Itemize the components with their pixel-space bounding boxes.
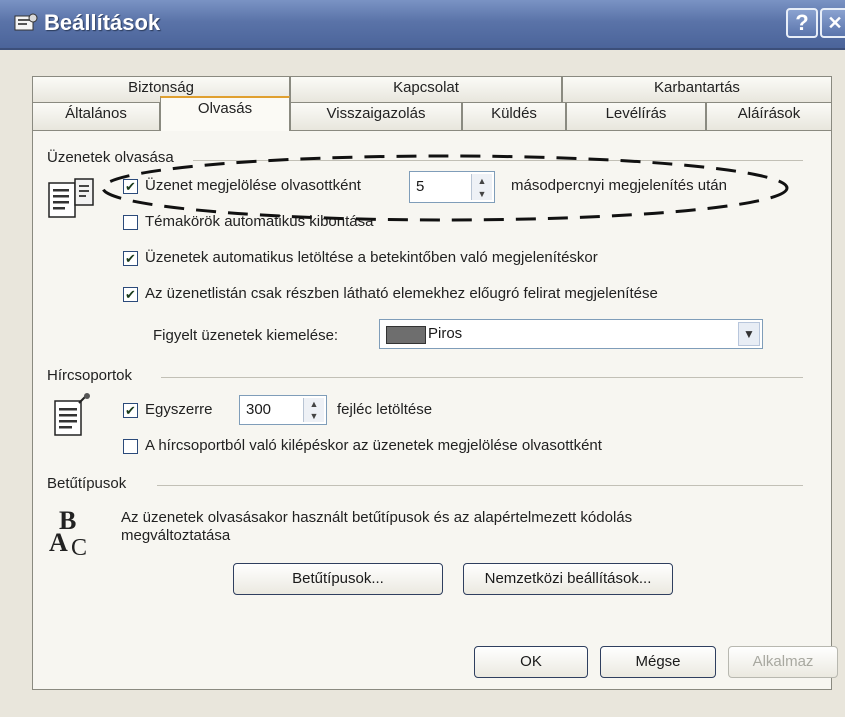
spinner-arrows[interactable]: ▲ ▼ [471, 174, 492, 200]
spinner-value: 300 [246, 401, 272, 418]
mark-read-suffix: másodpercnyi megjelenítés után [511, 177, 727, 194]
spinner-up-icon[interactable]: ▲ [310, 399, 319, 409]
window-title: Beállítások [44, 10, 161, 35]
tab-kuldes[interactable]: Küldés [462, 102, 566, 130]
fonts-button-label: Betűtípusok... [292, 570, 384, 587]
settings-dialog: Biztonság Kapcsolat Karbantartás Általán… [0, 50, 845, 717]
title-bar: Beállítások ? ✕ [0, 0, 845, 50]
select-value: Piros [428, 325, 463, 342]
apply-button[interactable]: Alkalmaz [728, 646, 838, 678]
svg-text:C: C [71, 535, 87, 559]
section-title-fonts: Betűtípusok [47, 475, 133, 492]
newsgroup-document-icon [54, 393, 90, 436]
section-title-newsgroups: Hírcsoportok [47, 367, 139, 384]
get-headers-label: Egyszerre [145, 401, 213, 418]
svg-text:A: A [49, 528, 68, 557]
cancel-button[interactable]: Mégse [600, 646, 716, 678]
cancel-button-label: Mégse [635, 653, 681, 670]
ok-button[interactable]: OK [474, 646, 588, 678]
mark-read-checkbox[interactable]: ✔ [123, 179, 138, 194]
tab-label: Aláírások [737, 105, 801, 122]
spinner-down-icon[interactable]: ▼ [310, 411, 319, 421]
mark-on-exit-label: A hírcsoportból való kilépéskor az üzene… [145, 437, 602, 454]
get-headers-checkbox[interactable]: ✔ [123, 403, 138, 418]
help-button[interactable]: ? [786, 8, 818, 38]
reading-tab-panel: Üzenetek olvasása ✔ Üzenet megjelölése o… [32, 130, 832, 690]
tab-alairasok[interactable]: Aláírások [706, 102, 832, 130]
tab-levelirasok[interactable]: Levélírás [566, 102, 706, 130]
tab-label: Küldés [491, 105, 537, 122]
tab-olvasas[interactable]: Olvasás [160, 96, 290, 131]
chevron-down-icon[interactable]: ▼ [738, 322, 760, 346]
tab-label: Levélírás [605, 105, 667, 122]
section-title-reading: Üzenetek olvasása [47, 149, 180, 166]
tab-label: Kapcsolat [393, 79, 459, 96]
tab-kapcsolat[interactable]: Kapcsolat [290, 76, 562, 102]
color-swatch [386, 326, 426, 344]
highlight-color-select[interactable]: Piros ▼ [379, 319, 763, 349]
tab-karbantartas[interactable]: Karbantartás [562, 76, 832, 102]
section-divider [161, 377, 803, 378]
section-divider [193, 160, 803, 161]
tab-label: Karbantartás [654, 79, 740, 96]
tab-label: Olvasás [197, 100, 253, 117]
get-headers-suffix: fejléc letöltése [337, 401, 433, 418]
font-letters-icon: B A C [49, 506, 87, 559]
settings-window-icon [14, 13, 38, 31]
fonts-description-line1: Az üzenetek olvasásakor használt betűtíp… [121, 509, 633, 526]
mark-read-seconds-spinner[interactable]: 5 ▲ ▼ [409, 171, 495, 203]
fonts-description-line2: megváltoztatása [121, 527, 231, 544]
close-button[interactable]: ✕ [820, 8, 845, 38]
document-reading-icon [48, 178, 94, 218]
tab-label: Biztonság [128, 79, 194, 96]
get-headers-label-text: Egyszerre [145, 401, 213, 418]
spinner-up-icon[interactable]: ▲ [478, 176, 487, 186]
section-divider [157, 485, 803, 486]
auto-expand-checkbox[interactable] [123, 215, 138, 230]
tooltips-checkbox[interactable]: ✔ [123, 287, 138, 302]
highlight-label: Figyelt üzenetek kiemelése: [153, 327, 339, 344]
auto-download-checkbox[interactable]: ✔ [123, 251, 138, 266]
ok-button-label: OK [520, 653, 542, 670]
tab-visszaigazolas[interactable]: Visszaigazolás [290, 102, 462, 130]
tab-altalanos[interactable]: Általános [32, 102, 160, 130]
close-icon: ✕ [827, 12, 843, 33]
auto-expand-label: Témakörök automatikus kibontása [145, 213, 374, 230]
tooltips-label: Az üzenetlistán csak részben látható ele… [145, 285, 658, 302]
spinner-arrows[interactable]: ▲ ▼ [303, 398, 324, 422]
spinner-value: 5 [416, 178, 425, 195]
apply-button-label: Alkalmaz [752, 653, 814, 670]
tab-label: Általános [65, 105, 127, 122]
auto-download-label: Üzenetek automatikus letöltése a betekin… [145, 249, 598, 266]
headers-count-spinner[interactable]: 300 ▲ ▼ [239, 395, 327, 425]
spinner-down-icon[interactable]: ▼ [478, 189, 487, 199]
tab-label: Visszaigazolás [326, 105, 426, 122]
mark-on-exit-checkbox[interactable] [123, 439, 138, 454]
mark-read-label: Üzenet megjelölése olvasottként [145, 177, 361, 194]
international-settings-button-label: Nemzetközi beállítások... [484, 570, 652, 587]
international-settings-button[interactable]: Nemzetközi beállítások... [463, 563, 673, 595]
fonts-button[interactable]: Betűtípusok... [233, 563, 443, 595]
